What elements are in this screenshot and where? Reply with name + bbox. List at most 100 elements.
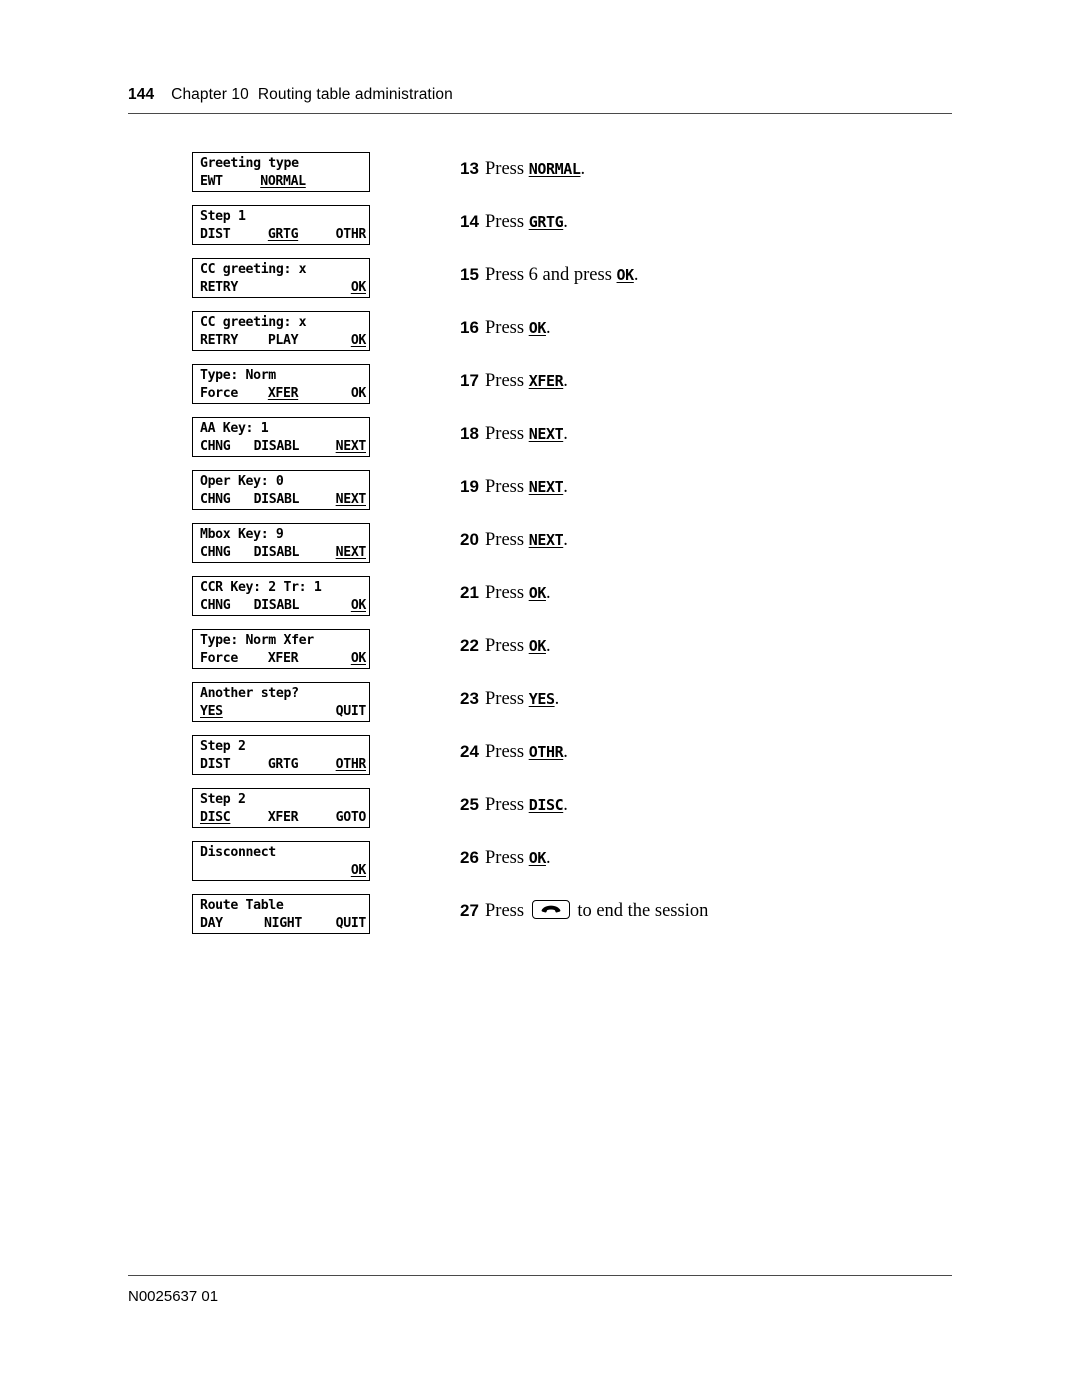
lcd-softkey-right[interactable]: OK (351, 332, 367, 350)
lcd-display: AA Key: 1 CHNG DISABL NEXT (192, 417, 370, 457)
lcd-softkey-center[interactable]: DISABL (254, 544, 300, 562)
lcd-softkey-center[interactable]: DISABL (254, 597, 300, 615)
lcd-softkey-center[interactable]: NORMAL (260, 173, 306, 191)
procedure-steps-list: Greeting type EWT NORMAL 13 Press NORMAL. Ste… (192, 152, 952, 947)
lcd-display: Mbox Key: 9 CHNG DISABL NEXT (192, 523, 370, 563)
step-softkey-reference[interactable]: NEXT (529, 425, 564, 443)
lcd-line-1: Route Table (200, 897, 364, 915)
lcd-softkey-left[interactable]: Force (200, 385, 238, 403)
step-instruction: 20 Press NEXT. (460, 529, 568, 551)
lcd-softkey-center[interactable]: PLAY (268, 332, 299, 350)
step-softkey-reference[interactable]: NORMAL (529, 160, 581, 178)
lcd-softkey-center[interactable]: NIGHT (264, 915, 302, 933)
step-text-after: . (545, 636, 551, 656)
lcd-softkey-right[interactable]: QUIT (336, 915, 367, 933)
lcd-prompt-text: Mbox Key: 9 (200, 527, 284, 542)
step-softkey-reference[interactable]: OK (617, 266, 635, 284)
step-softkey-reference[interactable]: OTHR (529, 743, 564, 761)
lcd-softkey-row: CHNG DISABL NEXT (200, 438, 366, 456)
step-text-before: Press (485, 795, 529, 815)
document-id: N0025637 01 (128, 1288, 219, 1305)
lcd-softkey-right[interactable]: NEXT (336, 491, 367, 509)
release-handset-icon[interactable] (531, 900, 570, 919)
lcd-softkey-center[interactable]: DISABL (254, 438, 300, 456)
step-number: 20 (460, 530, 479, 549)
lcd-line-1: Step 1 (200, 208, 364, 226)
lcd-softkey-right[interactable]: OK (351, 385, 367, 403)
lcd-softkey-row: Force XFER OK (200, 385, 366, 403)
lcd-softkey-left[interactable]: DAY (200, 915, 223, 933)
page-header: 144 Chapter 10 Routing table administrat… (128, 86, 952, 114)
step-softkey-reference[interactable]: OK (529, 637, 547, 655)
lcd-softkey-left[interactable]: DIST (200, 756, 231, 774)
step-text-after: . (563, 742, 568, 762)
step-softkey-reference[interactable]: NEXT (529, 478, 564, 496)
procedure-step-row: Another step? YES QUIT 23 Press YES. (192, 682, 952, 735)
procedure-step-row: Step 2 DISC XFER GOTO 25 Press DISC. (192, 788, 952, 841)
lcd-softkey-right[interactable]: OK (351, 597, 367, 615)
lcd-display: Type: Norm Force XFER OK (192, 364, 370, 404)
lcd-softkey-center[interactable]: XFER (268, 385, 299, 403)
lcd-softkey-left[interactable]: DIST (200, 226, 231, 244)
step-instruction: 23 Press YES. (460, 688, 559, 710)
lcd-softkey-right[interactable]: OK (351, 862, 367, 880)
step-softkey-reference[interactable]: GRTG (529, 213, 564, 231)
lcd-softkey-left[interactable]: EWT (200, 173, 223, 191)
step-instruction: 15 Press 6 and press OK. (460, 264, 638, 286)
lcd-softkey-right[interactable]: OTHR (336, 226, 367, 244)
lcd-softkey-center[interactable]: GRTG (268, 226, 299, 244)
lcd-softkey-left[interactable]: CHNG (200, 597, 231, 615)
lcd-line-1: Greeting type (200, 155, 364, 173)
step-instruction: 22 Press OK. (460, 635, 551, 657)
step-softkey-reference[interactable]: YES (529, 690, 555, 708)
lcd-softkey-right[interactable]: NEXT (336, 544, 367, 562)
lcd-softkey-left[interactable]: RETRY (200, 332, 238, 350)
lcd-display: Step 1 DIST GRTG OTHR (192, 205, 370, 245)
procedure-step-row: CCR Key: 2 Tr: 1 CHNG DISABL OK 21 Press OK. (192, 576, 952, 629)
lcd-softkey-left[interactable]: CHNG (200, 544, 231, 562)
step-number: 19 (460, 477, 479, 496)
lcd-softkey-center[interactable]: DISABL (254, 491, 300, 509)
lcd-softkey-row: RETRY OK (200, 279, 366, 297)
step-text-before: Press (485, 477, 529, 497)
lcd-softkey-right[interactable]: GOTO (336, 809, 367, 827)
lcd-line-1: Step 2 (200, 738, 364, 756)
lcd-softkey-right[interactable]: OK (351, 279, 367, 297)
lcd-line-1: CC greeting: x (200, 261, 364, 279)
step-softkey-reference[interactable]: NEXT (529, 531, 564, 549)
lcd-line-1: Mbox Key: 9 (200, 526, 364, 544)
step-number: 25 (460, 795, 479, 814)
lcd-softkey-center[interactable]: GRTG (268, 756, 299, 774)
step-instruction: 17 Press XFER. (460, 370, 568, 392)
lcd-softkey-left[interactable]: Force (200, 650, 238, 668)
step-softkey-reference[interactable]: XFER (529, 372, 564, 390)
lcd-softkey-left[interactable]: DISC (200, 809, 231, 827)
lcd-softkey-right[interactable]: NEXT (336, 438, 367, 456)
lcd-line-1: Type: Norm Xfer (200, 632, 364, 650)
lcd-prompt-text: Another step? (200, 686, 299, 701)
step-softkey-reference[interactable]: OK (529, 319, 547, 337)
lcd-softkey-left[interactable]: RETRY (200, 279, 238, 297)
lcd-softkey-left[interactable]: YES (200, 703, 223, 721)
lcd-softkey-center[interactable]: XFER (268, 650, 299, 668)
step-text-before: Press (485, 901, 529, 921)
lcd-softkey-left[interactable]: CHNG (200, 491, 231, 509)
lcd-softkey-right[interactable]: QUIT (336, 703, 367, 721)
step-number: 15 (460, 265, 479, 284)
step-instruction: 14 Press GRTG. (460, 211, 568, 233)
lcd-softkey-right[interactable]: OTHR (336, 756, 367, 774)
step-instruction: 21 Press OK. (460, 582, 551, 604)
step-number: 26 (460, 848, 479, 867)
lcd-softkey-right[interactable]: OK (351, 650, 367, 668)
step-text-after: . (563, 424, 568, 444)
lcd-softkey-center[interactable]: XFER (268, 809, 299, 827)
step-softkey-reference[interactable]: DISC (529, 796, 564, 814)
procedure-step-row: Oper Key: 0 CHNG DISABL NEXT 19 Press NEXT. (192, 470, 952, 523)
lcd-prompt-text: Oper Key: 0 (200, 474, 284, 489)
lcd-softkey-left[interactable]: CHNG (200, 438, 231, 456)
step-text-after: . (563, 795, 568, 815)
procedure-step-row: Type: Norm Xfer Force XFER OK 22 Press OK. (192, 629, 952, 682)
step-softkey-reference[interactable]: OK (529, 584, 547, 602)
lcd-display: Route Table DAY NIGHT QUIT (192, 894, 370, 934)
step-softkey-reference[interactable]: OK (529, 849, 547, 867)
